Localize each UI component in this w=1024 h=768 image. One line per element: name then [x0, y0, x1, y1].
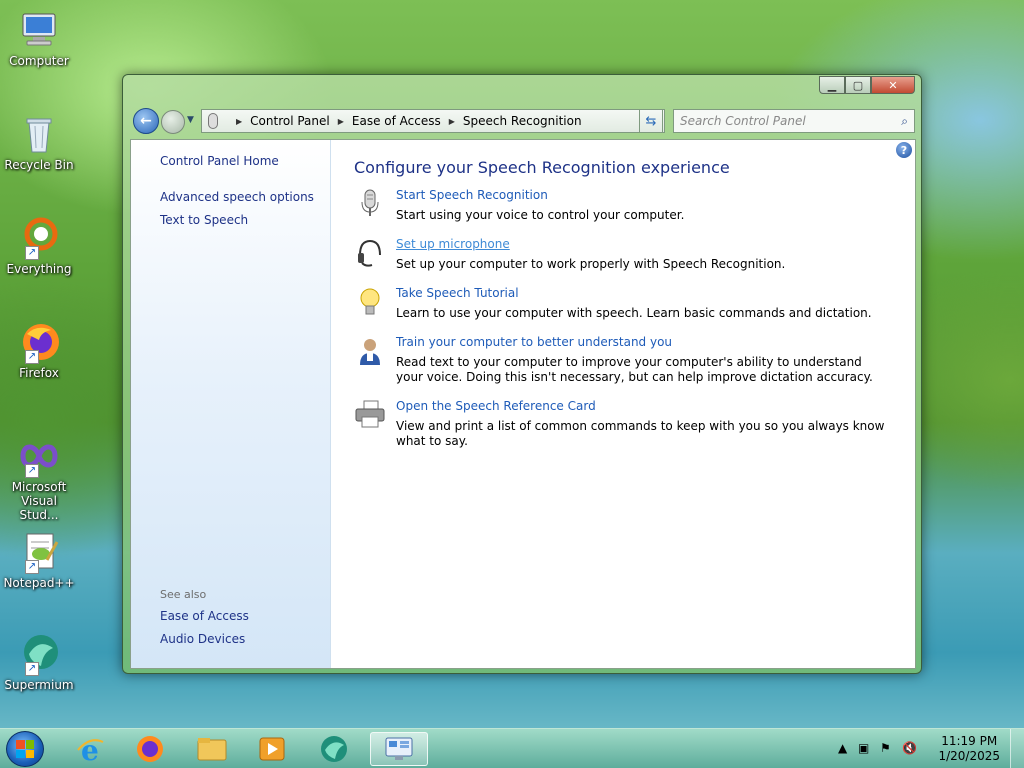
- desktop-icon-label: Firefox: [19, 366, 59, 380]
- task-description: Set up your computer to work properly wi…: [396, 257, 786, 271]
- speech-microphone-icon: [208, 113, 218, 129]
- desktop-icon-label: Microsoft Visual Stud...: [11, 480, 67, 522]
- visual-studio-icon: ↗: [17, 434, 61, 478]
- task-description: View and print a list of common commands…: [396, 419, 885, 448]
- taskbar-firefox[interactable]: [124, 732, 176, 766]
- control-panel-icon: [385, 737, 413, 760]
- user-icon: [354, 335, 386, 367]
- task-description: Learn to use your computer with speech. …: [396, 306, 872, 320]
- taskbar-supermium[interactable]: [308, 732, 360, 766]
- clock[interactable]: 11:19 PM 1/20/2025: [938, 734, 1000, 764]
- headset-icon: [354, 237, 386, 269]
- refresh-button[interactable]: ⇆: [639, 109, 663, 133]
- show-desktop-button[interactable]: [1010, 729, 1024, 768]
- shortcut-arrow-icon: ↗: [25, 662, 39, 676]
- desktop-icon-label: Supermium: [4, 678, 74, 692]
- breadcrumb-separator-icon[interactable]: ▶: [236, 117, 242, 126]
- search-input[interactable]: Search Control Panel ⌕: [673, 109, 915, 133]
- navigation-bar: ← ▼ ▶ Control Panel ▶ Ease of Access ▶ S…: [131, 107, 915, 135]
- breadcrumb-control-panel[interactable]: Control Panel: [250, 114, 330, 128]
- supermium-icon: ↗: [17, 632, 61, 676]
- breadcrumb-separator-icon[interactable]: ▶: [449, 117, 455, 126]
- address-bar[interactable]: ▶ Control Panel ▶ Ease of Access ▶ Speec…: [201, 109, 665, 133]
- folder-icon: [197, 738, 227, 761]
- desktop-icon-visual-studio[interactable]: ↗ Microsoft Visual Stud...: [2, 434, 76, 522]
- page-title: Configure your Speech Recognition experi…: [354, 158, 730, 177]
- computer-icon: [17, 8, 61, 52]
- breadcrumb-separator-icon[interactable]: ▶: [338, 117, 344, 126]
- shortcut-arrow-icon: ↗: [25, 246, 39, 260]
- search-placeholder: Search Control Panel: [680, 114, 806, 128]
- desktop-icon-supermium[interactable]: ↗ Supermium: [2, 632, 76, 692]
- taskbar-internet-explorer[interactable]: e: [64, 732, 116, 766]
- shortcut-arrow-icon: ↗: [25, 464, 39, 478]
- start-button[interactable]: [6, 731, 44, 767]
- open-speech-reference-card-link[interactable]: Open the Speech Reference Card: [396, 399, 596, 413]
- clock-date: 1/20/2025: [938, 749, 1000, 763]
- taskbar-media-player[interactable]: [246, 732, 298, 766]
- task-description: Read text to your computer to improve yo…: [396, 355, 873, 384]
- taskbar: e ▲ ▣ ⚑ 🔇 11:19 PM 1/20/2025: [0, 728, 1024, 768]
- network-icon[interactable]: ▣: [858, 741, 869, 755]
- left-navigation-pane: Control Panel Home Advanced speech optio…: [131, 140, 331, 668]
- help-icon[interactable]: ?: [896, 142, 912, 158]
- printer-icon: [354, 399, 386, 431]
- forward-button[interactable]: [161, 110, 185, 134]
- svg-text:e: e: [81, 734, 99, 764]
- desktop-icon-computer[interactable]: Computer: [2, 8, 76, 68]
- breadcrumb-ease-of-access[interactable]: Ease of Access: [352, 114, 441, 128]
- recycle-bin-icon: [17, 112, 61, 156]
- train-your-computer-link[interactable]: Train your computer to better understand…: [396, 335, 672, 349]
- advanced-speech-options-link[interactable]: Advanced speech options: [160, 190, 314, 204]
- show-hidden-icons-icon[interactable]: ▲: [838, 741, 847, 755]
- firefox-icon: [137, 736, 163, 762]
- speech-recognition-window: ▁ ▢ ✕ ← ▼ ▶ Control Panel ▶ Ease of Acce…: [122, 74, 922, 674]
- desktop-icon-firefox[interactable]: ↗ Firefox: [2, 320, 76, 380]
- content-area: Control Panel Home Advanced speech optio…: [130, 139, 916, 669]
- supermium-icon: [321, 736, 347, 762]
- taskbar-control-panel[interactable]: [370, 732, 428, 766]
- close-button[interactable]: ✕: [871, 76, 915, 94]
- firefox-icon: ↗: [17, 320, 61, 364]
- window-caption-buttons: ▁ ▢ ✕: [819, 76, 915, 94]
- microphone-icon: [354, 188, 386, 220]
- desktop-icon-everything[interactable]: ↗ Everything: [2, 216, 76, 276]
- take-speech-tutorial-link[interactable]: Take Speech Tutorial: [396, 286, 519, 300]
- notepad-plus-plus-icon: ↗: [17, 530, 61, 574]
- task-description: Start using your voice to control your c…: [396, 208, 685, 222]
- control-panel-home-link[interactable]: Control Panel Home: [160, 154, 279, 168]
- desktop-icon-label: Recycle Bin: [4, 158, 74, 172]
- desktop-icon-notepad-plus-plus[interactable]: ↗ Notepad++: [2, 530, 76, 590]
- desktop-icon-label: Notepad++: [3, 576, 75, 590]
- shortcut-arrow-icon: ↗: [25, 560, 39, 574]
- audio-devices-link[interactable]: Audio Devices: [160, 632, 245, 646]
- volume-muted-icon[interactable]: 🔇: [902, 741, 917, 755]
- ease-of-access-link[interactable]: Ease of Access: [160, 609, 249, 623]
- recent-pages-dropdown-icon[interactable]: ▼: [187, 115, 194, 125]
- maximize-button[interactable]: ▢: [845, 76, 871, 94]
- everything-icon: ↗: [17, 216, 61, 260]
- desktop-icon-label: Computer: [9, 54, 69, 68]
- clock-time: 11:19 PM: [941, 734, 998, 748]
- taskbar-file-explorer[interactable]: [186, 732, 238, 766]
- internet-explorer-icon: e: [77, 734, 104, 764]
- start-speech-recognition-link[interactable]: Start Speech Recognition: [396, 188, 548, 202]
- windows-logo-icon: [16, 740, 34, 758]
- desktop-icon-label: Everything: [6, 262, 72, 276]
- action-center-flag-icon[interactable]: ⚑: [880, 741, 891, 755]
- lightbulb-icon: [354, 286, 386, 318]
- breadcrumb-speech-recognition[interactable]: Speech Recognition: [463, 114, 582, 128]
- desktop-icon-recycle-bin[interactable]: Recycle Bin: [2, 112, 76, 172]
- search-icon[interactable]: ⌕: [901, 114, 908, 129]
- set-up-microphone-link[interactable]: Set up microphone: [396, 237, 510, 251]
- system-tray: ▲ ▣ ⚑ 🔇 11:19 PM 1/20/2025: [834, 729, 1024, 768]
- text-to-speech-link[interactable]: Text to Speech: [160, 213, 248, 227]
- shortcut-arrow-icon: ↗: [25, 350, 39, 364]
- see-also-label: See also: [160, 588, 207, 601]
- minimize-button[interactable]: ▁: [819, 76, 845, 94]
- back-button[interactable]: ←: [133, 108, 159, 134]
- media-player-icon: [259, 737, 285, 761]
